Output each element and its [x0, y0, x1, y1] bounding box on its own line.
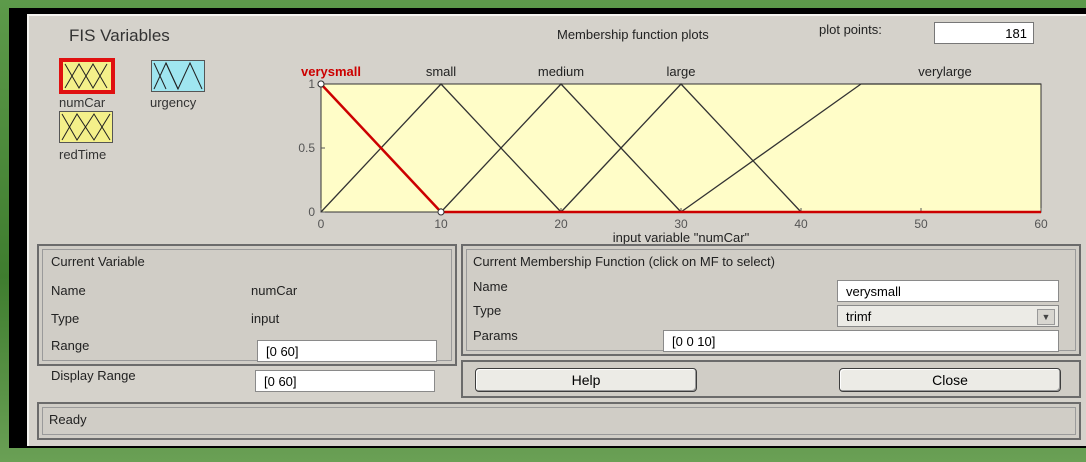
membership-function-editor-window: FIS Variables numCar urgency redTime Mem… — [27, 14, 1086, 446]
mf-label-small: small — [426, 64, 456, 79]
x-tick-label: 0 — [318, 217, 325, 231]
y-tick-label: 1 — [308, 77, 315, 91]
mf-shape-icon — [64, 63, 108, 89]
x-tick-label: 20 — [554, 217, 568, 231]
variable-name-label: Name — [51, 283, 86, 298]
mf-label-verysmall: verysmall — [301, 64, 361, 79]
status-text: Ready — [49, 412, 87, 427]
display-range-input[interactable]: [0 60] — [255, 370, 435, 392]
variable-range-label: Range — [51, 338, 90, 353]
mf-type-value: trimf — [846, 309, 872, 324]
help-button[interactable]: Help — [475, 368, 697, 392]
y-tick-label: 0.5 — [298, 141, 315, 155]
mf-type-label: Type — [473, 303, 502, 318]
variable-numcar-icon[interactable] — [59, 58, 115, 94]
variable-numcar-label: numCar — [59, 95, 106, 110]
button-panel: Help Close — [461, 360, 1081, 398]
x-tick-label: 60 — [1034, 217, 1048, 231]
variable-urgency-label: urgency — [150, 95, 197, 110]
variable-type-value: input — [251, 311, 280, 326]
current-mf-panel: Current Membership Function (click on MF… — [461, 244, 1081, 356]
y-tick-label: 0 — [308, 205, 315, 219]
plot-area — [320, 83, 1042, 213]
mf-params-label: Params — [473, 328, 518, 343]
variable-type-label: Type — [51, 311, 80, 326]
variable-range-input[interactable]: [0 60] — [257, 340, 437, 362]
plot-points-input[interactable]: 181 — [934, 22, 1034, 44]
plot-points-label: plot points: — [819, 22, 882, 37]
mf-params-input[interactable]: [0 0 10] — [663, 330, 1059, 352]
mf-vertex-handle — [317, 80, 325, 88]
mf-label-large: large — [667, 64, 696, 79]
x-tick-label: 30 — [674, 217, 688, 231]
membership-function-plot[interactable]: 0 10 20 30 40 50 60 0 0.5 1 input variable "numCar… — [261, 46, 1061, 246]
x-tick-label: 50 — [914, 217, 928, 231]
x-tick-label: 10 — [434, 217, 448, 231]
mf-label-medium: medium — [538, 64, 584, 79]
x-axis-label: input variable "numCar" — [613, 230, 750, 245]
variable-name-value: numCar — [251, 283, 298, 298]
mf-type-select[interactable]: trimf ▼ — [837, 305, 1059, 327]
display-range-label: Display Range — [51, 368, 136, 383]
variable-redtime-icon[interactable] — [59, 111, 113, 143]
mf-shape-icon — [153, 61, 203, 91]
dropdown-arrow-icon[interactable]: ▼ — [1037, 309, 1055, 325]
mf-label-verylarge: verylarge — [918, 64, 971, 79]
fis-variables-title: FIS Variables — [69, 26, 170, 45]
mf-name-input[interactable]: verysmall — [837, 280, 1059, 302]
status-panel: Ready — [37, 402, 1081, 440]
current-mf-title: Current Membership Function (click on MF… — [473, 254, 775, 269]
variable-redtime-label: redTime — [59, 147, 107, 162]
x-tick-label: 40 — [794, 217, 808, 231]
mf-name-label: Name — [473, 279, 508, 294]
close-button[interactable]: Close — [839, 368, 1061, 392]
mf-shape-icon — [61, 113, 111, 141]
mf-vertex-handle — [437, 208, 445, 216]
current-variable-title: Current Variable — [51, 254, 145, 269]
current-variable-panel: Current Variable Name numCar Type input … — [37, 244, 457, 366]
mf-plots-title: Membership function plots — [557, 27, 709, 42]
variable-urgency-icon[interactable] — [151, 60, 205, 92]
